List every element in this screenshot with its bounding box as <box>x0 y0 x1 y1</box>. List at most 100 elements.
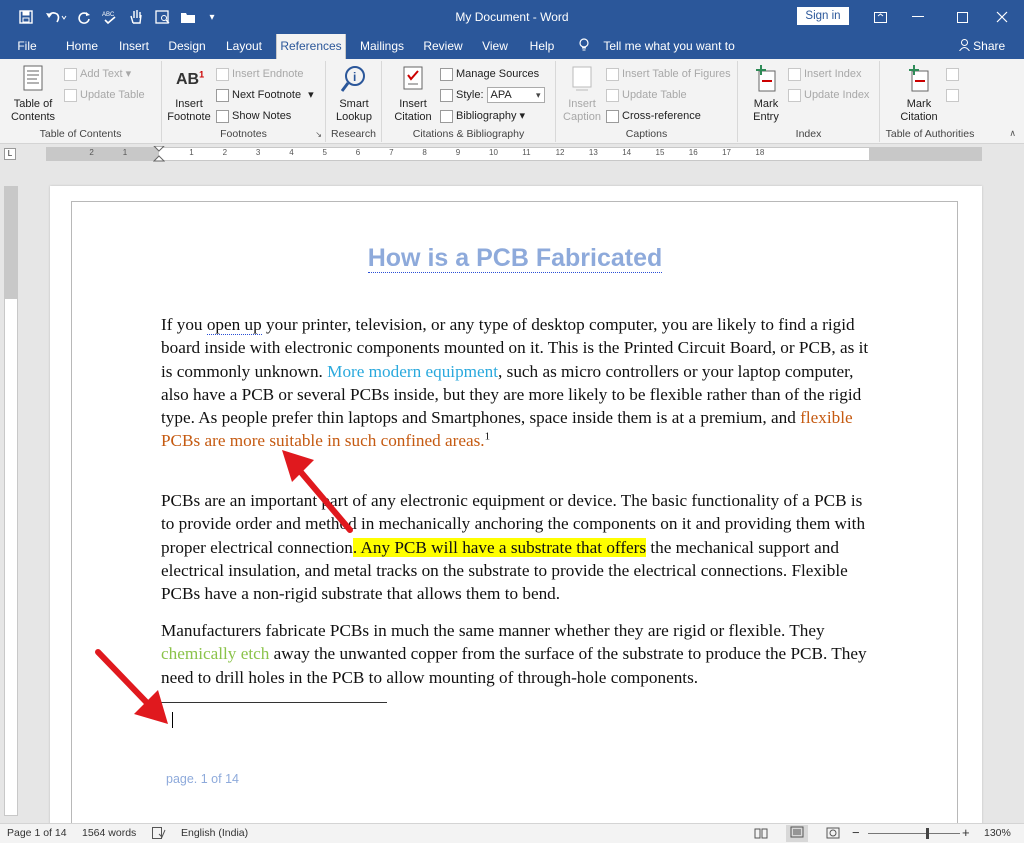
update-index-button[interactable]: Update Index <box>788 86 869 104</box>
svg-text:i: i <box>353 70 356 84</box>
undo-icon[interactable] <box>42 8 70 26</box>
group-citations-bibliography: Insert Citation Manage Sources Style: APA… <box>382 61 556 142</box>
tab-view[interactable]: View <box>476 34 514 59</box>
group-research: i Smart Lookup Research <box>326 61 382 142</box>
tab-layout[interactable]: Layout <box>220 34 268 59</box>
document-page[interactable]: How is a PCB Fabricated If you open up y… <box>50 186 982 826</box>
minimize-icon[interactable] <box>896 0 940 34</box>
group-captions: Insert Caption Insert Table of Figures U… <box>556 61 738 142</box>
cross-reference-button[interactable]: Cross-reference <box>606 107 701 125</box>
style-select[interactable]: APA <box>486 87 545 103</box>
redo-icon[interactable] <box>74 8 94 26</box>
mark-citation-button[interactable]: Mark Citation <box>894 63 944 124</box>
blue-text: More modern equipment <box>327 361 499 381</box>
smart-lookup-label: Smart Lookup <box>335 98 373 123</box>
manage-sources-button[interactable]: Manage Sources <box>440 65 539 83</box>
indent-marker-icon[interactable] <box>153 146 165 162</box>
word-count[interactable]: 1564 words <box>82 827 136 839</box>
group-table-of-authorities: Mark Citation Table of Authorities <box>880 61 980 142</box>
tab-mailings[interactable]: Mailings <box>354 34 410 59</box>
print-layout-icon[interactable] <box>786 825 808 842</box>
insert-citation-button[interactable]: Insert Citation <box>388 63 438 124</box>
footnote-reference[interactable]: 1 <box>485 431 491 443</box>
insert-caption-icon <box>572 66 592 91</box>
page-count[interactable]: Page 1 of 14 <box>7 827 67 839</box>
zoom-level[interactable]: 130% <box>984 827 1011 839</box>
zoom-in-button[interactable]: + <box>962 825 970 840</box>
next-footnote-button[interactable]: Next Footnote ▾ <box>216 86 314 104</box>
table-of-contents-button[interactable]: Table of Contents <box>6 63 60 124</box>
print-preview-icon[interactable] <box>152 8 172 26</box>
update-table-figures-button[interactable]: Update Table <box>606 86 687 104</box>
open-folder-icon[interactable] <box>178 8 198 26</box>
tab-review[interactable]: Review <box>418 34 468 59</box>
vertical-ruler[interactable] <box>4 186 18 816</box>
mark-citation-icon <box>909 65 929 92</box>
tab-design[interactable]: Design <box>164 34 210 59</box>
share-button[interactable]: Share <box>956 34 1008 59</box>
ruler-number: 18 <box>755 148 765 157</box>
paragraph-1[interactable]: If you open up your printer, television,… <box>161 313 871 453</box>
ruler-number: 6 <box>355 148 361 157</box>
next-footnote-label: Next Footnote <box>232 89 302 101</box>
ruler-number: 9 <box>455 148 461 157</box>
insert-endnote-button[interactable]: Insert Endnote <box>216 65 304 83</box>
save-icon[interactable] <box>16 8 36 26</box>
bibliography-button[interactable]: Bibliography ▾ <box>440 107 525 125</box>
tab-selector-icon[interactable]: L <box>4 148 16 160</box>
touch-mode-icon[interactable] <box>126 8 146 26</box>
insert-caption-button[interactable]: Insert Caption <box>560 63 604 124</box>
sign-in-button[interactable]: Sign in <box>797 7 849 25</box>
horizontal-ruler[interactable]: 2 1 1 2 3 4 5 6 7 8 9 10 11 12 13 14 15 16 17 18 <box>46 146 982 162</box>
maximize-icon[interactable] <box>940 0 984 34</box>
collapse-ribbon-icon[interactable]: ∧ <box>1009 128 1016 139</box>
zoom-out-button[interactable]: − <box>852 825 860 840</box>
style-label: Style: <box>456 89 484 101</box>
dialog-launcher-icon[interactable]: ↘ <box>315 130 322 139</box>
tab-file[interactable]: File <box>8 34 46 59</box>
ruler-number: 8 <box>422 148 427 157</box>
web-layout-icon[interactable] <box>826 827 840 842</box>
grammar-flag[interactable]: open up <box>206 315 262 335</box>
group-label: Footnotes <box>220 128 267 140</box>
ruler-number: 1 <box>189 148 194 157</box>
paragraph-2[interactable]: PCBs are an important part of any electr… <box>161 489 871 605</box>
language[interactable]: English (India) <box>181 827 248 839</box>
insert-table-of-figures-label: Insert Table of Figures <box>622 68 731 80</box>
insert-citation-icon <box>403 66 423 90</box>
add-text-button[interactable]: Add Text ▾ <box>64 65 131 83</box>
smart-lookup-button[interactable]: i Smart Lookup <box>328 63 380 124</box>
insert-index-label: Insert Index <box>804 68 862 80</box>
update-table-button[interactable]: Update Table <box>64 86 145 104</box>
insert-index-button[interactable]: Insert Index <box>788 65 861 83</box>
ruler-right-margin <box>869 148 981 160</box>
footnote-separator <box>161 702 387 703</box>
tab-references[interactable]: References <box>276 34 346 59</box>
status-bar: Page 1 of 14 1564 words English (India) … <box>0 823 1024 843</box>
zoom-slider-thumb[interactable] <box>925 828 929 839</box>
insert-table-of-authorities-button[interactable] <box>946 65 959 83</box>
zoom-slider[interactable] <box>868 828 960 839</box>
show-notes-button[interactable]: Show Notes <box>216 107 291 125</box>
ruler-number: 10 <box>489 148 498 157</box>
paragraph-3[interactable]: Manufacturers fabricate PCBs in much the… <box>161 619 871 689</box>
horizontal-ruler-row: L 2 1 1 2 3 4 5 6 7 8 9 10 11 12 13 14 15 16 17 18 <box>0 145 1024 163</box>
mark-entry-button[interactable]: Mark Entry <box>744 63 788 124</box>
tab-help[interactable]: Help <box>524 34 560 59</box>
update-table-of-authorities-button[interactable] <box>946 86 959 104</box>
insert-table-of-figures-button[interactable]: Insert Table of Figures <box>606 65 731 83</box>
tab-home[interactable]: Home <box>60 34 104 59</box>
tell-me-search[interactable]: Tell me what you want to do <box>578 34 748 78</box>
table-of-figures-icon <box>606 67 619 81</box>
read-mode-icon[interactable] <box>754 827 768 842</box>
page-footer: page. 1 of 14 <box>166 772 239 786</box>
proofing-icon[interactable] <box>152 827 166 842</box>
customize-toolbar-icon[interactable]: ▾ <box>204 8 220 26</box>
insert-footnote-button[interactable]: AB1 Insert Footnote <box>166 63 212 124</box>
insert-endnote-icon <box>216 67 229 81</box>
close-icon[interactable] <box>980 0 1024 34</box>
document-heading: How is a PCB Fabricated <box>367 244 663 273</box>
tab-insert[interactable]: Insert <box>112 34 156 59</box>
ruler-number: 4 <box>289 148 294 157</box>
spelling-check-icon[interactable]: ABC <box>100 8 120 26</box>
